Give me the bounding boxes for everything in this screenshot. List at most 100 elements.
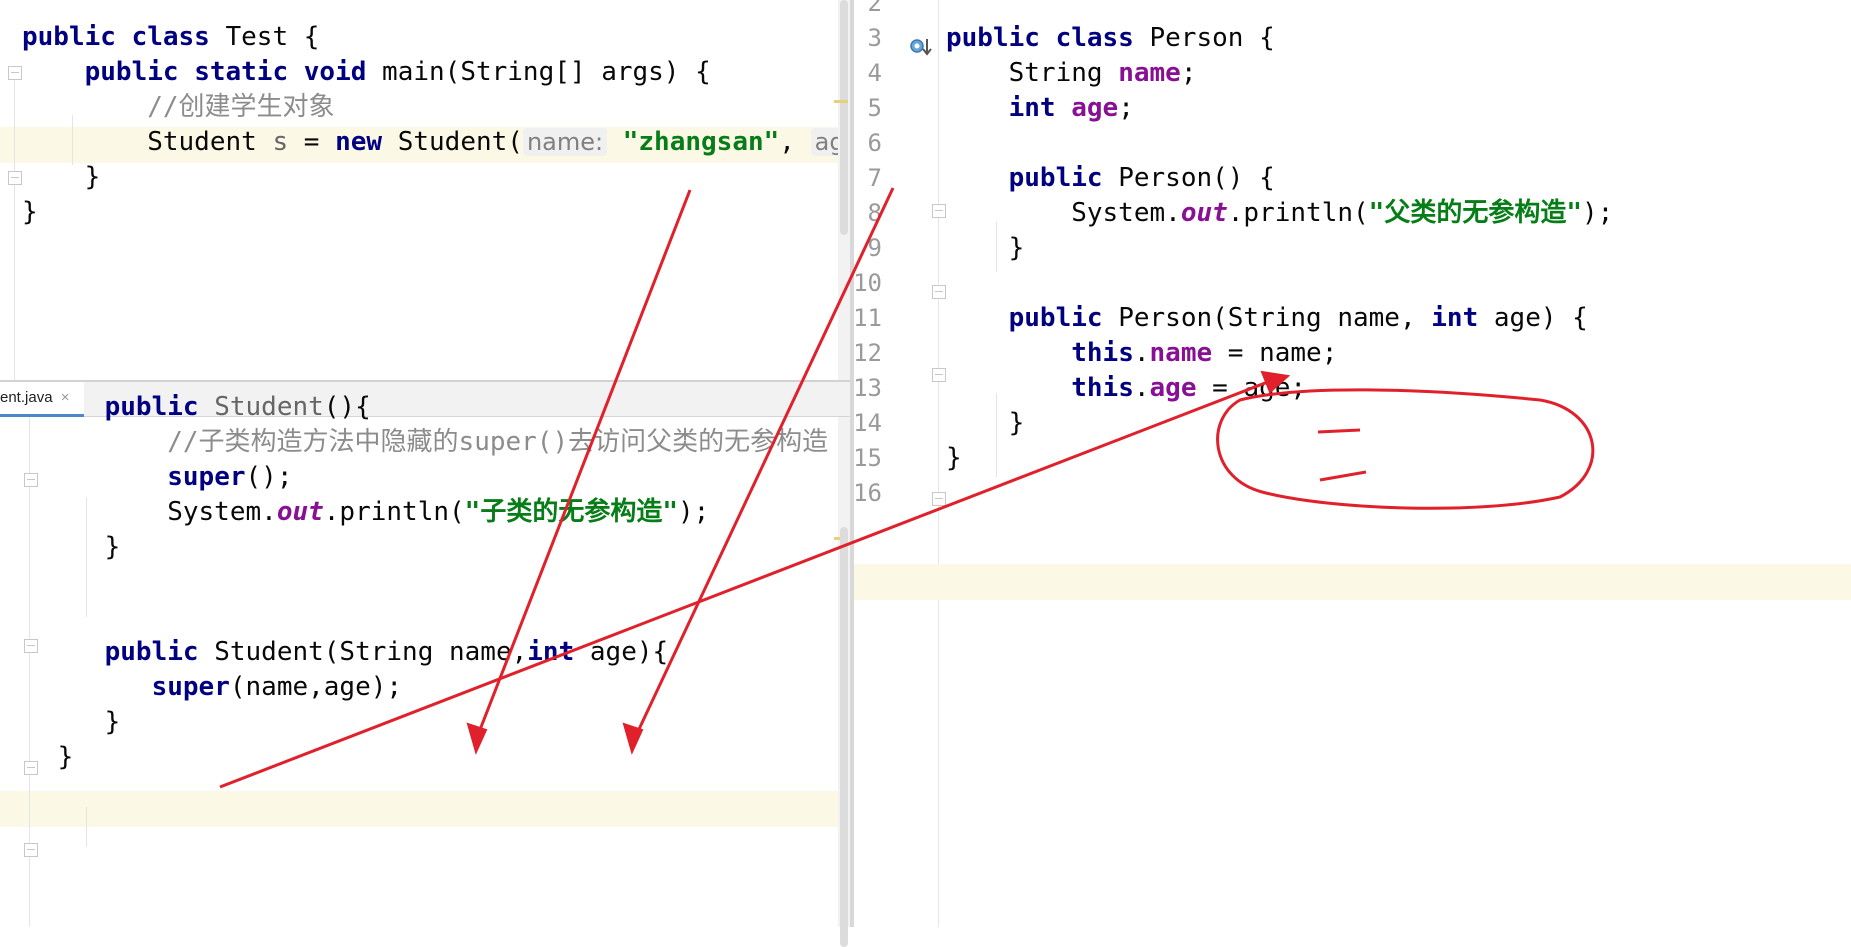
override-arrow-icon[interactable]: [910, 36, 934, 58]
code-token: main(String[] args) {: [382, 57, 711, 87]
code-token: Person(String name,: [1118, 303, 1432, 333]
code-token: new: [335, 127, 398, 157]
code-token: }: [42, 742, 74, 772]
code-token: s: [272, 127, 289, 157]
code-token: //创建学生对象: [147, 92, 335, 122]
gutter: [0, 0, 22, 380]
code-token: = name;: [1212, 338, 1338, 368]
indent-guide: [14, 80, 15, 380]
code-token: }: [946, 443, 962, 473]
code-line[interactable]: }: [22, 192, 38, 233]
code-token: .println(: [323, 497, 465, 527]
code-token: age){: [589, 637, 669, 667]
code-token: .: [1133, 338, 1150, 368]
code-token: public static void: [84, 57, 383, 87]
code-token: }: [42, 532, 121, 562]
code-token: "zhangsan": [622, 127, 780, 157]
fold-marker[interactable]: [932, 368, 946, 382]
code-line[interactable]: Student s = new Student(name: "zhangsan"…: [22, 122, 949, 163]
code-token: "子类的无参构造": [464, 497, 678, 527]
code-token: }: [42, 707, 121, 737]
code-token: );: [677, 497, 710, 527]
code-token: Person() {: [1118, 163, 1275, 193]
code-token: Test {: [225, 22, 320, 52]
code-token: System.: [946, 198, 1181, 228]
code-token: ,: [779, 127, 811, 157]
code-token: (name,age);: [229, 672, 403, 702]
code-token: public: [1008, 163, 1119, 193]
code-token: Student: [22, 127, 273, 157]
code-token: .: [1133, 373, 1150, 403]
code-token: );: [1581, 198, 1614, 228]
fold-marker[interactable]: [932, 204, 946, 218]
code-token: out: [276, 497, 324, 527]
code-token: name: [1118, 58, 1181, 88]
code-token: public class: [946, 23, 1150, 53]
code-token: Student: [214, 392, 324, 422]
current-line-highlight: [854, 564, 1851, 600]
code-line[interactable]: }: [946, 438, 962, 479]
code-line[interactable]: }: [946, 228, 1025, 269]
code-token: (){: [323, 392, 371, 422]
person-editor[interactable]: 2 3 4 5 6 7 8 9 10 11 12 13 14 15 16 public class Pers…: [853, 0, 1851, 927]
code-token: public: [1008, 303, 1119, 333]
current-line-highlight: [0, 791, 838, 827]
code-token: = age;: [1196, 373, 1307, 403]
fold-marker[interactable]: [932, 492, 946, 506]
fold-marker[interactable]: [8, 66, 22, 80]
code-token: System.: [42, 497, 277, 527]
code-token: age) {: [1493, 303, 1588, 333]
code-token: name: [1149, 338, 1213, 368]
code-token: .println(: [1227, 198, 1369, 228]
code-token: //子类构造方法中隐藏的super()去访问父类的无参构造: [167, 427, 829, 457]
code-token: age: [1071, 93, 1119, 123]
fold-marker[interactable]: [24, 639, 38, 653]
code-token: int: [1431, 303, 1494, 333]
fold-marker[interactable]: [24, 761, 38, 775]
code-token: ;: [1118, 93, 1134, 123]
code-line[interactable]: int age;: [946, 88, 1134, 129]
scrollbar-thumb[interactable]: [840, 527, 848, 947]
code-token: this: [1071, 373, 1134, 403]
code-token: int: [527, 637, 590, 667]
parameter-hint: name:: [522, 128, 608, 156]
code-token: super: [167, 462, 246, 492]
code-line[interactable]: System.out.println("子类的无参构造");: [42, 492, 709, 533]
student-editor[interactable]: public Student(){ //子类构造方法中隐藏的super()去访问…: [0, 392, 850, 947]
code-line[interactable]: }: [42, 527, 121, 568]
fold-marker[interactable]: [8, 171, 22, 185]
code-token: age: [1149, 373, 1197, 403]
code-line[interactable]: System.out.println("父类的无参构造");: [946, 193, 1613, 234]
fold-marker[interactable]: [932, 285, 946, 299]
test-editor[interactable]: public class Test { public static void m…: [0, 0, 950, 380]
code-token: "父类的无参构造": [1368, 198, 1582, 228]
fold-marker[interactable]: [24, 843, 38, 857]
code-token: public: [104, 392, 215, 422]
code-token: Student(: [397, 127, 523, 157]
code-token: String: [946, 58, 1119, 88]
fold-marker[interactable]: [24, 473, 38, 487]
code-token: }: [22, 162, 101, 192]
code-token: public class: [22, 22, 226, 52]
indent-guide: [86, 807, 87, 847]
code-token: }: [946, 408, 1025, 438]
code-line[interactable]: }: [42, 737, 74, 778]
code-token: ();: [245, 462, 293, 492]
code-token: ;: [1180, 58, 1197, 88]
code-token: =: [288, 127, 336, 157]
code-token: }: [946, 233, 1025, 263]
code-token: this: [1071, 338, 1134, 368]
